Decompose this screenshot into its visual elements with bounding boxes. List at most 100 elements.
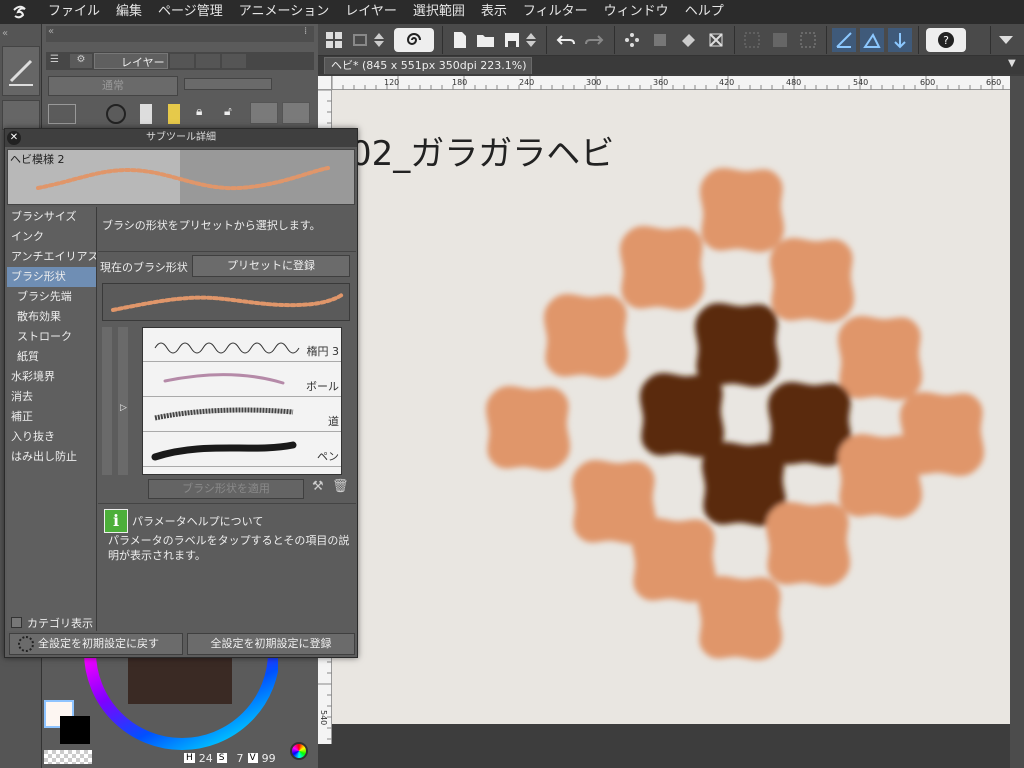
ruler-tick: 540 (319, 710, 328, 726)
vertical-scrollbar[interactable] (1010, 76, 1024, 768)
app-logo-icon[interactable] (0, 0, 40, 24)
pen-tool-icon[interactable] (2, 46, 40, 96)
ruler-snap-icon[interactable] (832, 28, 856, 52)
list-scrollbar[interactable] (341, 328, 342, 475)
tab-extra-1[interactable] (170, 54, 194, 68)
opacity-slider[interactable] (184, 78, 272, 90)
tab-extra-3[interactable] (222, 54, 246, 68)
tab-layer[interactable]: レイヤー (94, 53, 168, 69)
menu-animation[interactable]: アニメーション (231, 0, 337, 24)
undo-icon[interactable] (554, 28, 578, 52)
draft-icon[interactable] (140, 104, 152, 124)
collapse-icon[interactable]: « (2, 28, 40, 42)
menu-help[interactable]: ヘルプ (677, 0, 732, 24)
category-item[interactable]: 入り抜き (7, 427, 96, 447)
expand-arrow-icon[interactable]: ▷ (120, 403, 127, 413)
scatter-icon[interactable] (620, 28, 644, 52)
spiral-icon[interactable] (394, 28, 434, 52)
category-item[interactable]: 消去 (7, 387, 96, 407)
mask-icon[interactable] (282, 102, 310, 124)
category-item[interactable]: 散布効果 (7, 307, 96, 327)
menu-view[interactable]: 表示 (473, 0, 515, 24)
list-slider-track[interactable] (102, 327, 112, 475)
category-item[interactable]: インク (7, 227, 96, 247)
new-file-icon[interactable] (448, 28, 472, 52)
grid-snap-icon[interactable] (888, 28, 912, 52)
reference-icon[interactable] (106, 104, 126, 124)
help-icon[interactable]: ? (926, 28, 966, 52)
list-item[interactable]: 道 (143, 398, 341, 432)
color-wheel[interactable] (84, 652, 278, 754)
close-icon[interactable]: ✕ (7, 131, 21, 145)
transform-icon[interactable] (348, 28, 372, 52)
updown-icon[interactable] (372, 28, 386, 52)
image-tool-icon[interactable] (2, 100, 40, 130)
menu-selection[interactable]: 選択範囲 (405, 0, 473, 24)
invert-icon[interactable] (768, 28, 792, 52)
wrench-icon[interactable]: ⚒ (312, 479, 328, 497)
save-icon[interactable] (500, 28, 524, 52)
ruler-tick: 480 (786, 78, 802, 87)
panel-menu-icon[interactable]: ☰ (50, 54, 68, 68)
register-preset-button[interactable]: プリセットに登録 (192, 255, 350, 277)
panel-collapse-icon[interactable]: « (48, 26, 54, 37)
sub-color-swatch[interactable] (60, 716, 90, 744)
tab-extra-2[interactable] (196, 54, 220, 68)
list-item[interactable]: ペン (143, 433, 341, 467)
reset-all-label: 全設定を初期設定に戻す (38, 637, 159, 650)
ruler-tick: 660 (986, 78, 1002, 87)
document-tab[interactable]: ヘビ* (845 x 551px 350dpi 223.1%) (324, 57, 532, 74)
redo-icon[interactable] (582, 28, 606, 52)
pen-color-icon[interactable] (168, 104, 180, 124)
category-item[interactable]: ストローク (7, 327, 96, 347)
border-icon[interactable] (796, 28, 820, 52)
category-item[interactable]: アンチエイリアス (7, 247, 96, 267)
settings-icon[interactable]: ⚙ (70, 54, 92, 68)
updown-icon[interactable] (524, 28, 538, 52)
dialog-footer: 全設定を初期設定に戻す 全設定を初期設定に登録 (7, 633, 357, 657)
category-display-checkbox[interactable] (11, 617, 22, 628)
lock-icon[interactable]: 🔒︎ (196, 104, 212, 124)
category-item[interactable]: 紙質 (7, 347, 96, 367)
menu-file[interactable]: ファイル (40, 0, 108, 24)
fill-icon[interactable] (676, 28, 700, 52)
layer-color-icon[interactable] (48, 104, 76, 124)
category-item[interactable]: 補正 (7, 407, 96, 427)
apply-brush-shape-button[interactable]: ブラシ形状を適用 (148, 479, 304, 499)
category-item[interactable]: ブラシ先端 (7, 287, 96, 307)
color-mode-icon[interactable] (290, 742, 308, 760)
deselect-icon[interactable] (740, 28, 764, 52)
category-item[interactable]: ブラシ形状 (7, 267, 96, 287)
list-slider-track-2[interactable]: ▷ (118, 327, 128, 475)
menu-window[interactable]: ウィンドウ (596, 0, 677, 24)
lock-transparent-icon[interactable]: 🔓︎ (224, 104, 240, 124)
clip-icon[interactable] (250, 102, 278, 124)
category-item[interactable]: 水彩境界 (7, 367, 96, 387)
list-item[interactable]: 楕円 3 (143, 328, 341, 362)
h-label: H (184, 753, 195, 763)
tab-menu-icon[interactable]: ▼ (1008, 58, 1022, 72)
transparent-swatch[interactable] (44, 750, 92, 764)
menu-edit[interactable]: 編集 (108, 0, 150, 24)
canvas[interactable]: 02_ガラガラヘビ (332, 90, 1010, 724)
reset-all-button[interactable]: 全設定を初期設定に戻す (9, 633, 183, 655)
category-item[interactable]: ブラシサイズ (7, 207, 96, 227)
blend-mode-select[interactable]: 通常 (48, 76, 178, 96)
open-folder-icon[interactable] (474, 28, 498, 52)
grid-icon[interactable] (322, 28, 346, 52)
menu-page[interactable]: ページ管理 (150, 0, 231, 24)
category-display-toggle[interactable]: カテゴリ表示 (11, 615, 101, 631)
list-item[interactable]: ボール (143, 363, 341, 397)
category-item[interactable]: はみ出し防止 (7, 447, 96, 467)
panel-grip-icon[interactable]: ⁞ (304, 26, 307, 37)
menu-layer[interactable]: レイヤー (337, 0, 405, 24)
toolbar-menu-icon[interactable] (994, 28, 1018, 52)
register-default-button[interactable]: 全設定を初期設定に登録 (187, 633, 355, 655)
crop-icon[interactable] (704, 28, 728, 52)
menu-filter[interactable]: フィルター (515, 0, 596, 24)
select-all-icon[interactable] (648, 28, 672, 52)
preset-label: ペン (317, 450, 339, 463)
special-ruler-icon[interactable] (860, 28, 884, 52)
trash-icon[interactable]: 🗑︎ (332, 479, 349, 497)
divider (98, 251, 356, 252)
